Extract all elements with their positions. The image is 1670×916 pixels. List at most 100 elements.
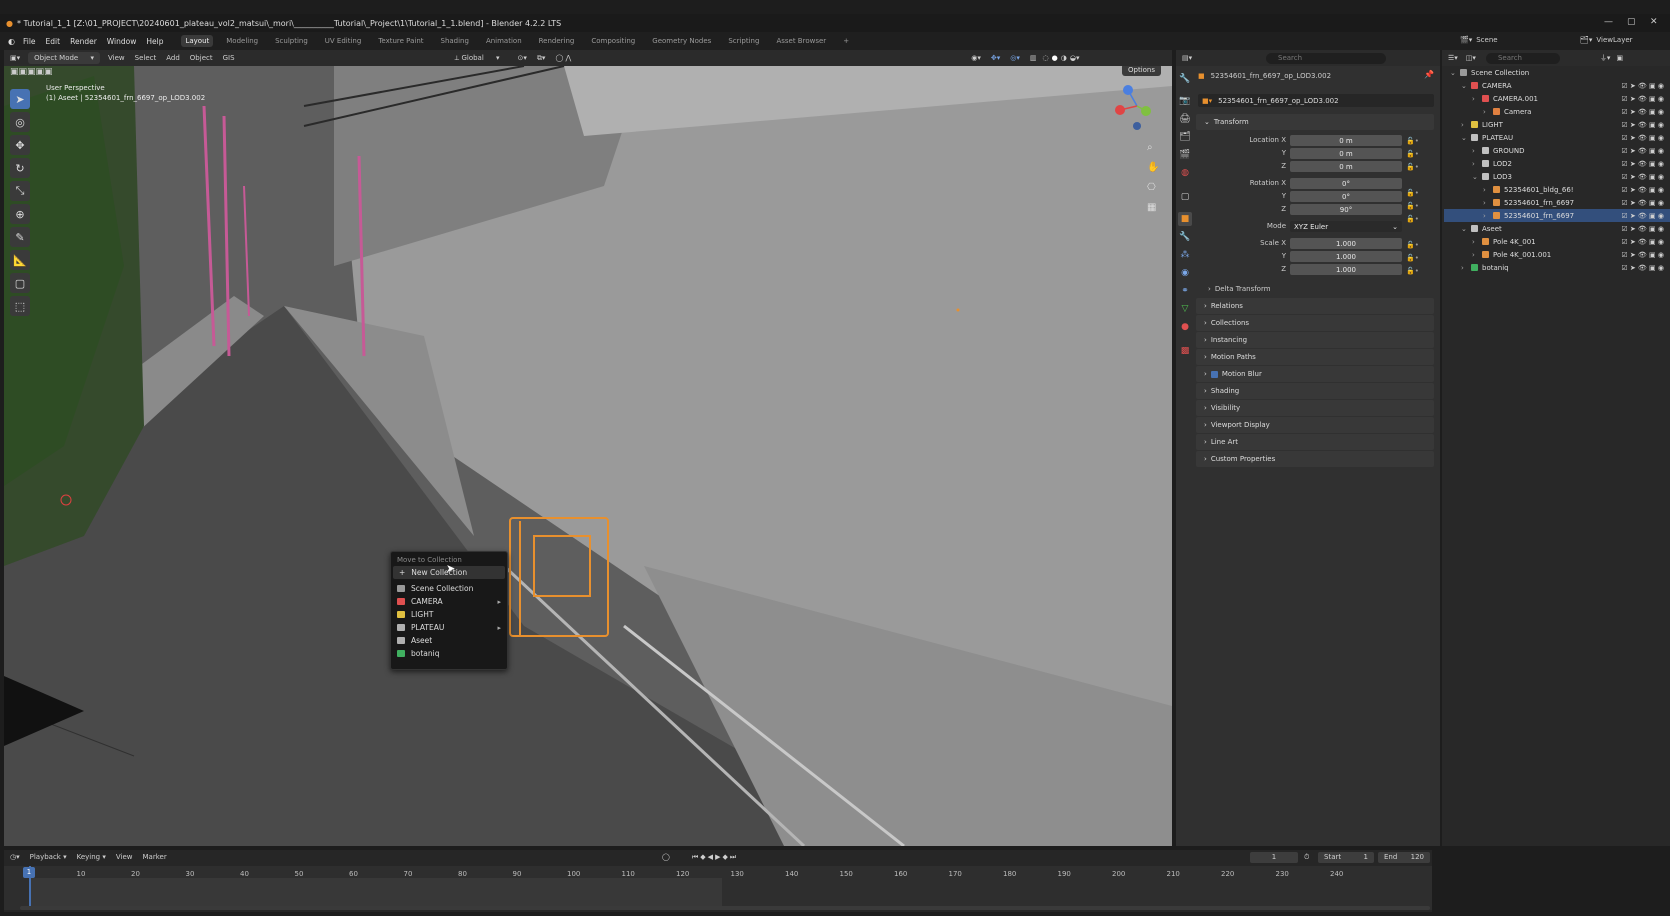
motion-blur-checkbox[interactable] bbox=[1210, 370, 1218, 378]
panel-instancing[interactable]: › Instancing bbox=[1196, 332, 1434, 348]
expand-chevron-icon[interactable]: ⌄ bbox=[1461, 82, 1469, 90]
cursor-tool-icon[interactable]: ◎ bbox=[10, 112, 30, 132]
expand-chevron-icon[interactable]: › bbox=[1461, 264, 1469, 272]
outliner-row[interactable]: ⌄ CAMERA ☑ ➤ 👁 ▣ ◉ bbox=[1444, 79, 1670, 92]
scene-tab-icon[interactable]: 🎬 bbox=[1178, 148, 1192, 162]
rotation-y-field[interactable]: 0° bbox=[1290, 191, 1402, 202]
expand-chevron-icon[interactable]: › bbox=[1472, 238, 1480, 246]
location-y-field[interactable]: 0 m bbox=[1290, 148, 1402, 159]
physics-tab-icon[interactable]: ◉ bbox=[1178, 266, 1192, 280]
measure-tool-icon[interactable]: 📐 bbox=[10, 250, 30, 270]
rotation-x-field[interactable]: 0° bbox=[1290, 178, 1402, 189]
visibility-icon[interactable]: ◉▾ bbox=[971, 54, 981, 62]
mode-select[interactable]: Object Mode ▾ bbox=[28, 52, 100, 64]
outliner-row[interactable]: › 52354601_frn_6697 ☑ ➤ 👁 ▣ ◉ bbox=[1444, 196, 1670, 209]
rotation-mode-select[interactable]: XYZ Euler ⌄ bbox=[1290, 221, 1402, 232]
outliner-row[interactable]: ⌄ PLATEAU ☑ ➤ 👁 ▣ ◉ bbox=[1444, 131, 1670, 144]
panel-custom-properties[interactable]: › Custom Properties bbox=[1196, 451, 1434, 467]
display-mode-icon[interactable]: ◫▾ bbox=[1466, 54, 1476, 62]
expand-chevron-icon[interactable]: › bbox=[1461, 121, 1469, 129]
tab-sculpting[interactable]: Sculpting bbox=[271, 35, 312, 47]
tab-layout[interactable]: Layout bbox=[181, 35, 214, 47]
viewport-menu-gis[interactable]: GIS bbox=[223, 54, 235, 62]
tab-asset-browser[interactable]: Asset Browser bbox=[772, 35, 830, 47]
viewport-menu-select[interactable]: Select bbox=[135, 54, 157, 62]
scale-y-field[interactable]: 1.000 bbox=[1290, 251, 1402, 262]
expand-chevron-icon[interactable]: ⌄ bbox=[1472, 173, 1480, 181]
expand-chevron-icon[interactable]: › bbox=[1483, 186, 1491, 194]
outliner-row[interactable]: › LOD2 ☑ ➤ 👁 ▣ ◉ bbox=[1444, 157, 1670, 170]
auto-key-icon[interactable]: ◯ bbox=[662, 853, 670, 861]
tab-animation[interactable]: Animation bbox=[482, 35, 526, 47]
tab-modeling[interactable]: Modeling bbox=[222, 35, 262, 47]
transform-panel-header[interactable]: ⌄ Transform bbox=[1196, 114, 1434, 130]
tab-rendering[interactable]: Rendering bbox=[535, 35, 579, 47]
scale-x-field[interactable]: 1.000 bbox=[1290, 238, 1402, 249]
shading-render-icon[interactable]: ◒▾ bbox=[1070, 54, 1080, 62]
current-frame-field[interactable]: 1 bbox=[1250, 851, 1298, 863]
material-tab-icon[interactable]: ● bbox=[1178, 320, 1192, 334]
object-tab-icon[interactable]: ■ bbox=[1178, 212, 1192, 226]
viewport-menu-add[interactable]: Add bbox=[166, 54, 180, 62]
visibility-toggles[interactable]: ☑ ➤ 👁 ▣ ◉ bbox=[1621, 108, 1664, 116]
maximize-icon[interactable]: ▢ bbox=[1627, 17, 1636, 27]
playhead-frame-badge[interactable]: 1 bbox=[23, 867, 35, 878]
tab-texture-paint[interactable]: Texture Paint bbox=[374, 35, 427, 47]
menu-item-camera[interactable]: CAMERA ▸ bbox=[391, 595, 507, 608]
visibility-toggles[interactable]: ☑ ➤ 👁 ▣ ◉ bbox=[1621, 121, 1664, 129]
outliner-row[interactable]: › Camera ☑ ➤ 👁 ▣ ◉ bbox=[1444, 105, 1670, 118]
visibility-toggles[interactable]: ☑ ➤ 👁 ▣ ◉ bbox=[1621, 186, 1664, 194]
panel-shading[interactable]: › Shading bbox=[1196, 383, 1434, 399]
playback-controls[interactable]: ⏮◆◀▶◆⏭ bbox=[692, 853, 738, 862]
panel-motion-paths[interactable]: › Motion Paths bbox=[1196, 349, 1434, 365]
3d-viewport[interactable]: User Perspective (1) Aseet | 52354601_fr… bbox=[4, 66, 1172, 846]
timeline-menu-view[interactable]: View bbox=[116, 853, 133, 861]
menu-item-aseet[interactable]: Aseet bbox=[391, 634, 507, 647]
properties-editor-type-icon[interactable]: ▤▾ bbox=[1182, 54, 1192, 62]
panel-line-art[interactable]: › Line Art bbox=[1196, 434, 1434, 450]
tab-shading[interactable]: Shading bbox=[437, 35, 473, 47]
output-tab-icon[interactable]: 🖨 bbox=[1178, 112, 1192, 126]
visibility-toggles[interactable]: ☑ ➤ 👁 ▣ ◉ bbox=[1621, 173, 1664, 181]
tab-geometry-nodes[interactable]: Geometry Nodes bbox=[648, 35, 715, 47]
viewport-menu-object[interactable]: Object bbox=[190, 54, 213, 62]
annotate-tool-icon[interactable]: ✎ bbox=[10, 227, 30, 247]
editor-type-icon[interactable]: ▣▾ bbox=[10, 54, 20, 62]
minimize-icon[interactable]: — bbox=[1604, 17, 1613, 27]
tab-uv-editing[interactable]: UV Editing bbox=[321, 35, 366, 47]
panel-visibility[interactable]: › Visibility bbox=[1196, 400, 1434, 416]
expand-chevron-icon[interactable]: › bbox=[1483, 199, 1491, 207]
pivot-icon[interactable]: ⊙▾ bbox=[518, 54, 527, 62]
transform-lock-icons[interactable]: 🔓• 🔓• 🔓• 🔓• 🔓• 🔓• 🔓• 🔓• 🔓• bbox=[1406, 135, 1419, 278]
shading-material-icon[interactable]: ◑ bbox=[1061, 54, 1067, 62]
expand-chevron-icon[interactable]: › bbox=[1483, 212, 1491, 220]
select-box-tool-icon[interactable]: ➤ bbox=[10, 89, 30, 109]
tool-tab-icon[interactable]: 🔧 bbox=[1178, 72, 1192, 86]
data-tab-icon[interactable]: ▽ bbox=[1178, 302, 1192, 316]
proportional-edit-icon[interactable]: ◯ ⋀ bbox=[555, 54, 571, 62]
visibility-toggles[interactable]: ☑ ➤ 👁 ▣ ◉ bbox=[1621, 160, 1664, 168]
menu-item-plateau[interactable]: PLATEAU ▸ bbox=[391, 621, 507, 634]
shading-wire-icon[interactable]: ◌ bbox=[1043, 54, 1049, 62]
visibility-toggles[interactable]: ☑ ➤ 👁 ▣ ◉ bbox=[1621, 212, 1664, 220]
visibility-toggles[interactable]: ☑ ➤ 👁 ▣ ◉ bbox=[1621, 134, 1664, 142]
menu-help[interactable]: Help bbox=[146, 37, 163, 46]
snap-icon[interactable]: ⧉▾ bbox=[537, 54, 546, 63]
object-name-field[interactable]: ■▾ 52354601_frn_6697_op_LOD3.002 bbox=[1198, 94, 1434, 107]
add-object-tool-icon[interactable]: ⬚ bbox=[10, 296, 30, 316]
camera-view-icon[interactable]: ⎔ bbox=[1147, 182, 1156, 193]
menu-render[interactable]: Render bbox=[70, 37, 97, 46]
scale-tool-icon[interactable]: ⤡ bbox=[10, 181, 30, 201]
close-icon[interactable]: ✕ bbox=[1650, 17, 1658, 27]
menu-item-botaniq[interactable]: botaniq bbox=[391, 647, 507, 660]
outliner-row[interactable]: › botaniq ☑ ➤ 👁 ▣ ◉ bbox=[1444, 261, 1670, 274]
world-tab-icon[interactable]: ◍ bbox=[1178, 166, 1192, 180]
timeline-menu-marker[interactable]: Marker bbox=[143, 853, 167, 861]
outliner-search-input[interactable]: Search bbox=[1485, 52, 1560, 64]
filter-icon[interactable]: ⏚▾ bbox=[1600, 53, 1611, 63]
timeline-menu-playback[interactable]: Playback ▾ bbox=[30, 853, 67, 861]
rotation-z-field[interactable]: 90° bbox=[1290, 204, 1402, 215]
xray-icon[interactable]: ▥ bbox=[1030, 54, 1037, 62]
zoom-icon[interactable]: ⌕ bbox=[1147, 142, 1153, 153]
expand-chevron-icon[interactable]: › bbox=[1483, 108, 1491, 116]
